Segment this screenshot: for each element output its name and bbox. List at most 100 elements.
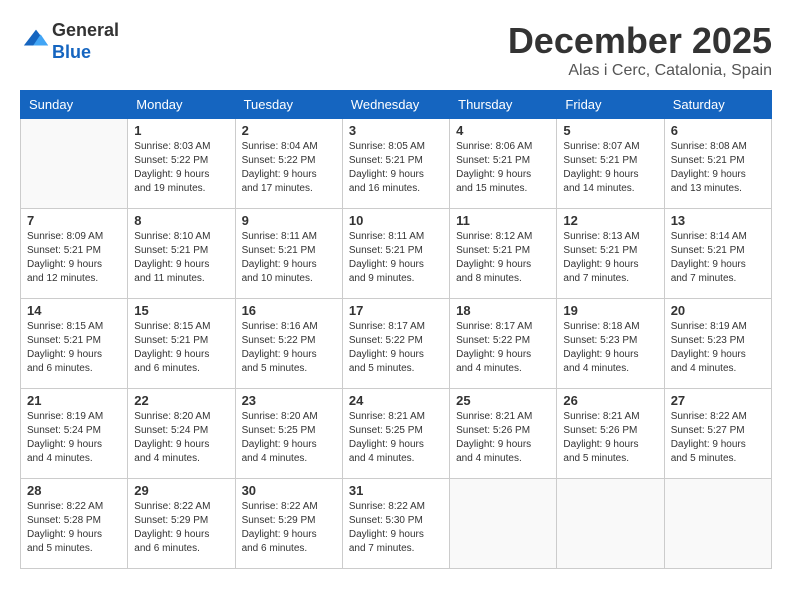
day-number: 6: [671, 123, 765, 138]
calendar-week-row: 14 Sunrise: 8:15 AMSunset: 5:21 PMDayligh…: [21, 299, 772, 389]
day-number: 10: [349, 213, 443, 228]
day-number: 2: [242, 123, 336, 138]
day-info: Sunrise: 8:19 AMSunset: 5:23 PMDaylight:…: [671, 320, 765, 376]
logo: General Blue: [20, 20, 119, 63]
month-title: December 2025: [508, 20, 772, 62]
day-number: 14: [27, 303, 121, 318]
page-header: General Blue December 2025 Alas i Cerc, …: [20, 20, 772, 80]
calendar-cell: 31 Sunrise: 8:22 AMSunset: 5:30 PMDayligh…: [342, 479, 449, 569]
day-number: 28: [27, 483, 121, 498]
calendar-cell: 7 Sunrise: 8:09 AMSunset: 5:21 PMDaylight…: [21, 209, 128, 299]
title-section: December 2025 Alas i Cerc, Catalonia, Sp…: [508, 20, 772, 80]
calendar-cell: 3Sunrise: 8:05 AMSunset: 5:21 PMDaylight…: [342, 119, 449, 209]
calendar-cell: 27 Sunrise: 8:22 AMSunset: 5:27 PMDayligh…: [664, 389, 771, 479]
day-number: 24: [349, 393, 443, 408]
day-number: 9: [242, 213, 336, 228]
calendar-cell: 14 Sunrise: 8:15 AMSunset: 5:21 PMDayligh…: [21, 299, 128, 389]
day-number: 25: [456, 393, 550, 408]
weekday-header-sunday: Sunday: [21, 91, 128, 119]
calendar-cell: 28Sunrise: 8:22 AMSunset: 5:28 PMDayligh…: [21, 479, 128, 569]
day-info: Sunrise: 8:03 AMSunset: 5:22 PMDaylight:…: [134, 140, 228, 196]
weekday-header-thursday: Thursday: [450, 91, 557, 119]
calendar-cell: 8 Sunrise: 8:10 AMSunset: 5:21 PMDaylight…: [128, 209, 235, 299]
calendar-cell: 25 Sunrise: 8:21 AMSunset: 5:26 PMDayligh…: [450, 389, 557, 479]
calendar-week-row: 28Sunrise: 8:22 AMSunset: 5:28 PMDayligh…: [21, 479, 772, 569]
calendar-cell: 11 Sunrise: 8:12 AMSunset: 5:21 PMDayligh…: [450, 209, 557, 299]
calendar-cell: 4 Sunrise: 8:06 AMSunset: 5:21 PMDaylight…: [450, 119, 557, 209]
calendar-cell: [664, 479, 771, 569]
calendar-cell: 12Sunrise: 8:13 AMSunset: 5:21 PMDayligh…: [557, 209, 664, 299]
day-info: Sunrise: 8:08 AMSunset: 5:21 PMDaylight:…: [671, 140, 765, 196]
calendar-cell: 26Sunrise: 8:21 AMSunset: 5:26 PMDayligh…: [557, 389, 664, 479]
day-info: Sunrise: 8:12 AMSunset: 5:21 PMDaylight:…: [456, 230, 550, 286]
day-number: 12: [563, 213, 657, 228]
day-info: Sunrise: 8:09 AMSunset: 5:21 PMDaylight:…: [27, 230, 121, 286]
weekday-header-tuesday: Tuesday: [235, 91, 342, 119]
day-info: Sunrise: 8:17 AMSunset: 5:22 PMDaylight:…: [456, 320, 550, 376]
calendar-cell: 22 Sunrise: 8:20 AMSunset: 5:24 PMDayligh…: [128, 389, 235, 479]
day-number: 23: [242, 393, 336, 408]
day-info: Sunrise: 8:22 AMSunset: 5:29 PMDaylight:…: [134, 500, 228, 556]
day-number: 7: [27, 213, 121, 228]
weekday-header-wednesday: Wednesday: [342, 91, 449, 119]
day-number: 30: [242, 483, 336, 498]
calendar-table: SundayMondayTuesdayWednesdayThursdayFrid…: [20, 90, 772, 569]
day-number: 3: [349, 123, 443, 138]
day-info: Sunrise: 8:06 AMSunset: 5:21 PMDaylight:…: [456, 140, 550, 196]
logo-blue-text: Blue: [52, 42, 91, 62]
day-number: 18: [456, 303, 550, 318]
day-info: Sunrise: 8:04 AMSunset: 5:22 PMDaylight:…: [242, 140, 336, 196]
day-number: 17: [349, 303, 443, 318]
day-info: Sunrise: 8:22 AMSunset: 5:27 PMDaylight:…: [671, 410, 765, 466]
day-info: Sunrise: 8:07 AMSunset: 5:21 PMDaylight:…: [563, 140, 657, 196]
day-info: Sunrise: 8:22 AMSunset: 5:29 PMDaylight:…: [242, 500, 336, 556]
day-number: 22: [134, 393, 228, 408]
day-info: Sunrise: 8:15 AMSunset: 5:21 PMDaylight:…: [27, 320, 121, 376]
day-info: Sunrise: 8:22 AMSunset: 5:30 PMDaylight:…: [349, 500, 443, 556]
calendar-week-row: 7 Sunrise: 8:09 AMSunset: 5:21 PMDaylight…: [21, 209, 772, 299]
weekday-header-row: SundayMondayTuesdayWednesdayThursdayFrid…: [21, 91, 772, 119]
calendar-cell: 17 Sunrise: 8:17 AMSunset: 5:22 PMDayligh…: [342, 299, 449, 389]
day-number: 20: [671, 303, 765, 318]
day-number: 16: [242, 303, 336, 318]
logo-general-text: General: [52, 20, 119, 40]
calendar-cell: 1 Sunrise: 8:03 AMSunset: 5:22 PMDaylight…: [128, 119, 235, 209]
day-number: 31: [349, 483, 443, 498]
calendar-cell: 19 Sunrise: 8:18 AMSunset: 5:23 PMDayligh…: [557, 299, 664, 389]
day-number: 11: [456, 213, 550, 228]
weekday-header-saturday: Saturday: [664, 91, 771, 119]
day-number: 8: [134, 213, 228, 228]
calendar-cell: 18 Sunrise: 8:17 AMSunset: 5:22 PMDayligh…: [450, 299, 557, 389]
weekday-header-monday: Monday: [128, 91, 235, 119]
calendar-cell: 21 Sunrise: 8:19 AMSunset: 5:24 PMDayligh…: [21, 389, 128, 479]
calendar-cell: 30 Sunrise: 8:22 AMSunset: 5:29 PMDayligh…: [235, 479, 342, 569]
day-info: Sunrise: 8:21 AMSunset: 5:26 PMDaylight:…: [563, 410, 657, 466]
day-info: Sunrise: 8:20 AMSunset: 5:24 PMDaylight:…: [134, 410, 228, 466]
day-info: Sunrise: 8:20 AMSunset: 5:25 PMDaylight:…: [242, 410, 336, 466]
day-number: 21: [27, 393, 121, 408]
weekday-header-friday: Friday: [557, 91, 664, 119]
calendar-cell: 13Sunrise: 8:14 AMSunset: 5:21 PMDayligh…: [664, 209, 771, 299]
day-info: Sunrise: 8:17 AMSunset: 5:22 PMDaylight:…: [349, 320, 443, 376]
day-number: 15: [134, 303, 228, 318]
day-info: Sunrise: 8:10 AMSunset: 5:21 PMDaylight:…: [134, 230, 228, 286]
day-info: Sunrise: 8:14 AMSunset: 5:21 PMDaylight:…: [671, 230, 765, 286]
location-text: Alas i Cerc, Catalonia, Spain: [508, 62, 772, 80]
logo-icon: [22, 25, 50, 53]
day-number: 1: [134, 123, 228, 138]
day-number: 27: [671, 393, 765, 408]
day-info: Sunrise: 8:21 AMSunset: 5:26 PMDaylight:…: [456, 410, 550, 466]
day-info: Sunrise: 8:18 AMSunset: 5:23 PMDaylight:…: [563, 320, 657, 376]
day-info: Sunrise: 8:11 AMSunset: 5:21 PMDaylight:…: [242, 230, 336, 286]
day-number: 4: [456, 123, 550, 138]
calendar-cell: 24Sunrise: 8:21 AMSunset: 5:25 PMDayligh…: [342, 389, 449, 479]
calendar-cell: 23 Sunrise: 8:20 AMSunset: 5:25 PMDayligh…: [235, 389, 342, 479]
calendar-week-row: 21 Sunrise: 8:19 AMSunset: 5:24 PMDayligh…: [21, 389, 772, 479]
day-info: Sunrise: 8:11 AMSunset: 5:21 PMDaylight:…: [349, 230, 443, 286]
calendar-cell: [21, 119, 128, 209]
calendar-cell: 5Sunrise: 8:07 AMSunset: 5:21 PMDaylight…: [557, 119, 664, 209]
day-info: Sunrise: 8:16 AMSunset: 5:22 PMDaylight:…: [242, 320, 336, 376]
day-info: Sunrise: 8:19 AMSunset: 5:24 PMDaylight:…: [27, 410, 121, 466]
day-number: 19: [563, 303, 657, 318]
calendar-cell: 9 Sunrise: 8:11 AMSunset: 5:21 PMDaylight…: [235, 209, 342, 299]
